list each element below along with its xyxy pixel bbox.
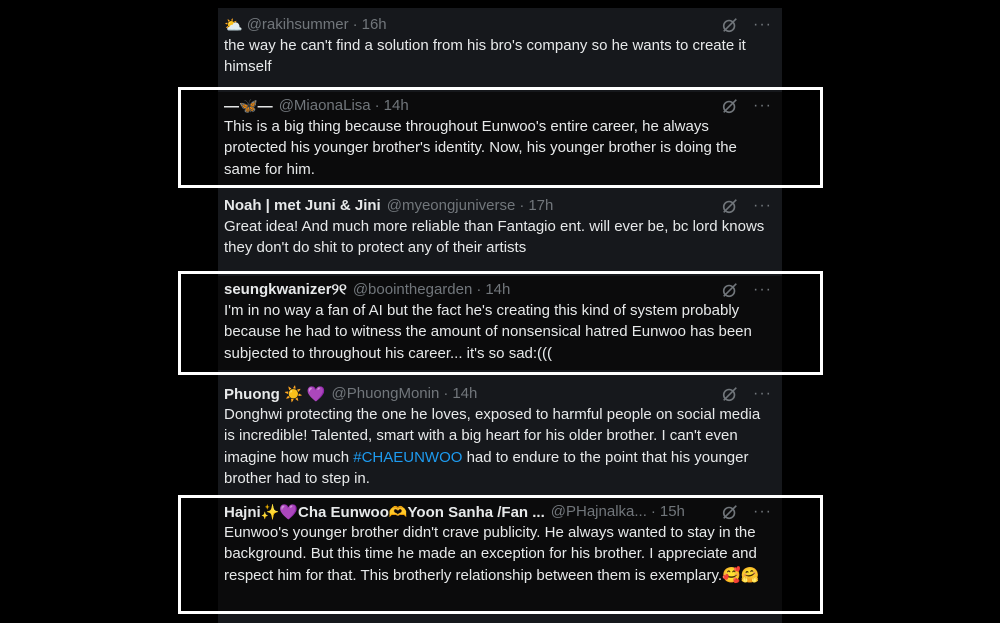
- author-name[interactable]: Phuong ☀️ 💜: [224, 385, 326, 403]
- tweet-reply[interactable]: Noah | met Juni & Jini @myeongjuniverse …: [218, 187, 782, 271]
- tweet-header: ⛅ @rakihsummer · 16h ···: [224, 14, 772, 35]
- grok-icon[interactable]: [721, 503, 739, 521]
- tweet-time[interactable]: 14h: [452, 385, 477, 402]
- separator-dot: ·: [650, 503, 656, 520]
- author-handle[interactable]: @boointhegarden: [353, 281, 473, 298]
- grok-icon[interactable]: [721, 197, 739, 215]
- avatar-sun-cloud-icon: ⛅: [224, 16, 243, 34]
- separator-dot: ·: [352, 16, 358, 33]
- tweet-header: seungkwanizer୨୧ @boointhegarden · 14h ··…: [224, 279, 772, 300]
- author-name[interactable]: —🦋—: [224, 97, 273, 115]
- more-options-icon[interactable]: ···: [753, 16, 772, 33]
- tweet-header: Hajni✨💜Cha Eunwoo🫶Yoon Sanha /Fan ... @P…: [224, 501, 772, 522]
- author-handle[interactable]: @PhuongMonin: [332, 385, 440, 402]
- tweet-text: I'm in no way a fan of AI but the fact h…: [224, 302, 752, 362]
- tweet-time[interactable]: 16h: [362, 16, 387, 33]
- grok-icon[interactable]: [721, 281, 739, 299]
- author-name[interactable]: Noah | met Juni & Jini: [224, 197, 381, 214]
- author-handle[interactable]: @PHajnalka...: [551, 503, 647, 520]
- tweet-reply[interactable]: ⛅ @rakihsummer · 16h ··· the way he can'…: [218, 8, 782, 81]
- tweet-time[interactable]: 15h: [660, 503, 685, 520]
- separator-dot: ·: [476, 281, 482, 298]
- tweet-reply[interactable]: Phuong ☀️ 💜 @PhuongMonin · 14h ··· Dongh…: [218, 373, 782, 495]
- author-name[interactable]: seungkwanizer୨୧: [224, 281, 347, 298]
- author-handle[interactable]: @rakihsummer: [247, 16, 349, 33]
- more-options-icon[interactable]: ···: [753, 281, 772, 298]
- tweet-text: Great idea! And much more reliable than …: [224, 218, 765, 257]
- hashtag-link[interactable]: #CHAEUNWOO: [353, 449, 462, 466]
- tweet-time[interactable]: 17h: [528, 197, 553, 214]
- author-handle[interactable]: @myeongjuniverse: [387, 197, 516, 214]
- grok-icon[interactable]: [721, 385, 739, 403]
- author-name[interactable]: Hajni✨💜Cha Eunwoo🫶Yoon Sanha /Fan ...: [224, 503, 545, 521]
- tweet-time[interactable]: 14h: [485, 281, 510, 298]
- grok-icon[interactable]: [721, 97, 739, 115]
- tweet-reply[interactable]: —🦋— @MiaonaLisa · 14h ··· This is a big …: [218, 92, 782, 187]
- more-options-icon[interactable]: ···: [753, 197, 772, 214]
- separator-dot: ·: [519, 197, 525, 214]
- tweet-header: Phuong ☀️ 💜 @PhuongMonin · 14h ···: [224, 383, 772, 404]
- tweet-reply[interactable]: seungkwanizer୨୧ @boointhegarden · 14h ··…: [218, 276, 782, 370]
- separator-dot: ·: [443, 385, 449, 402]
- more-options-icon[interactable]: ···: [753, 503, 772, 520]
- tweet-text: Eunwoo's younger brother didn't crave pu…: [224, 524, 760, 584]
- more-options-icon[interactable]: ···: [753, 97, 772, 114]
- more-options-icon[interactable]: ···: [753, 385, 772, 402]
- tweet-text: the way he can't find a solution from hi…: [224, 37, 746, 76]
- tweet-text: This is a big thing because throughout E…: [224, 118, 737, 178]
- tweet-header: Noah | met Juni & Jini @myeongjuniverse …: [224, 195, 772, 216]
- separator-dot: ·: [374, 97, 380, 114]
- tweet-reply[interactable]: Hajni✨💜Cha Eunwoo🫶Yoon Sanha /Fan ... @P…: [218, 498, 782, 613]
- tweet-header: —🦋— @MiaonaLisa · 14h ···: [224, 95, 772, 116]
- tweet-text: Donghwi protecting the one he loves, exp…: [224, 404, 772, 489]
- author-handle[interactable]: @MiaonaLisa: [279, 97, 371, 114]
- tweet-time[interactable]: 14h: [384, 97, 409, 114]
- grok-icon[interactable]: [721, 16, 739, 34]
